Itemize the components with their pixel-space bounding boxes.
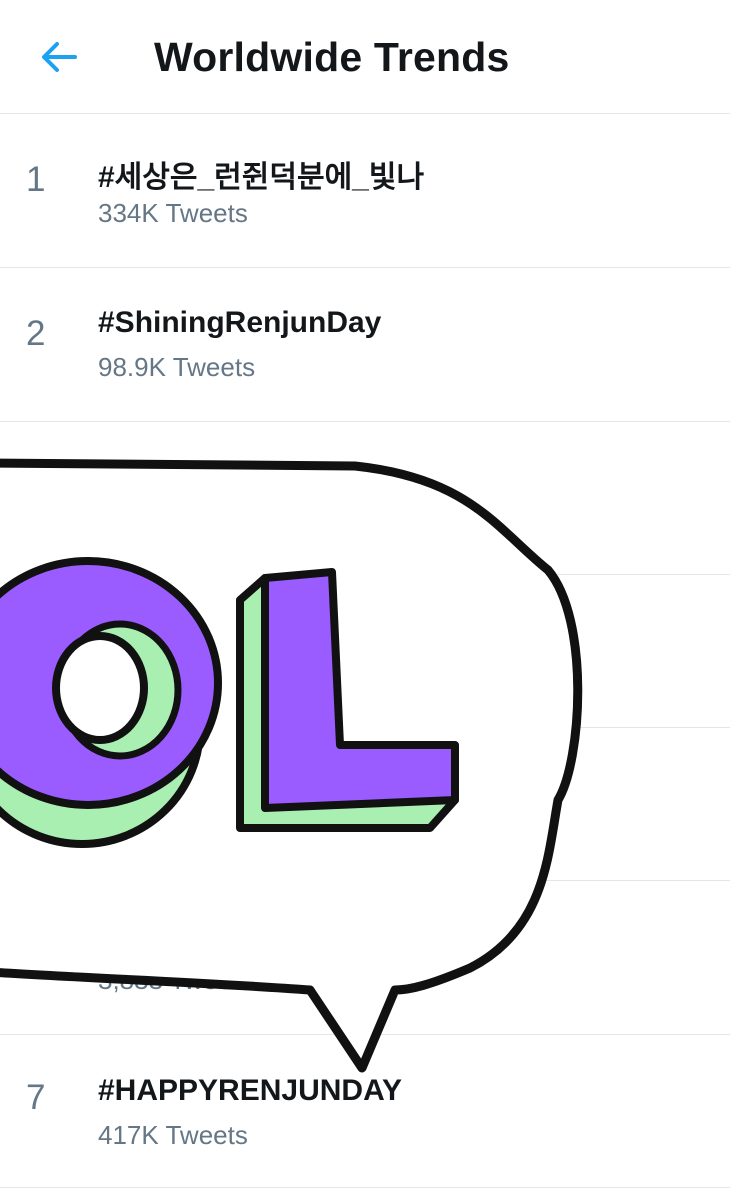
trend-rank: 2 <box>26 314 46 353</box>
back-arrow-icon <box>42 42 77 72</box>
trend-item[interactable]: 1 #세상은_런쥔덕분에_빛나 334K Tweets <box>0 114 730 268</box>
trend-name: #세상은_런쥔덕분에_빛나 <box>98 161 425 194</box>
back-button[interactable] <box>30 28 88 86</box>
trend-item[interactable] <box>0 421 730 575</box>
trend-name: #ShiningRenjunDay <box>98 306 382 339</box>
trend-item[interactable]: 3,833 Tweets <box>0 881 730 1035</box>
trend-item[interactable] <box>0 574 730 728</box>
page-title: Worldwide Trends <box>154 34 510 80</box>
trend-tweet-count: 98.9K Tweets <box>98 352 256 382</box>
trend-tweet-count: 334K Tweets <box>98 198 248 228</box>
trend-rank: 7 <box>26 1078 46 1117</box>
trend-tweet-count: 417K Tweets <box>98 1120 248 1150</box>
trend-item[interactable]: 2 #ShiningRenjunDay 98.9K Tweets <box>0 268 730 422</box>
trend-item[interactable] <box>0 727 730 881</box>
trend-rank: 1 <box>26 160 46 199</box>
top-bar: Worldwide Trends <box>0 0 730 114</box>
trend-tweet-count: 3,833 Tweets <box>98 965 253 995</box>
trend-item[interactable]: 7 #HAPPYRENJUNDAY 417K Tweets <box>0 1034 730 1188</box>
trend-name: #HAPPYRENJUNDAY <box>98 1074 402 1107</box>
